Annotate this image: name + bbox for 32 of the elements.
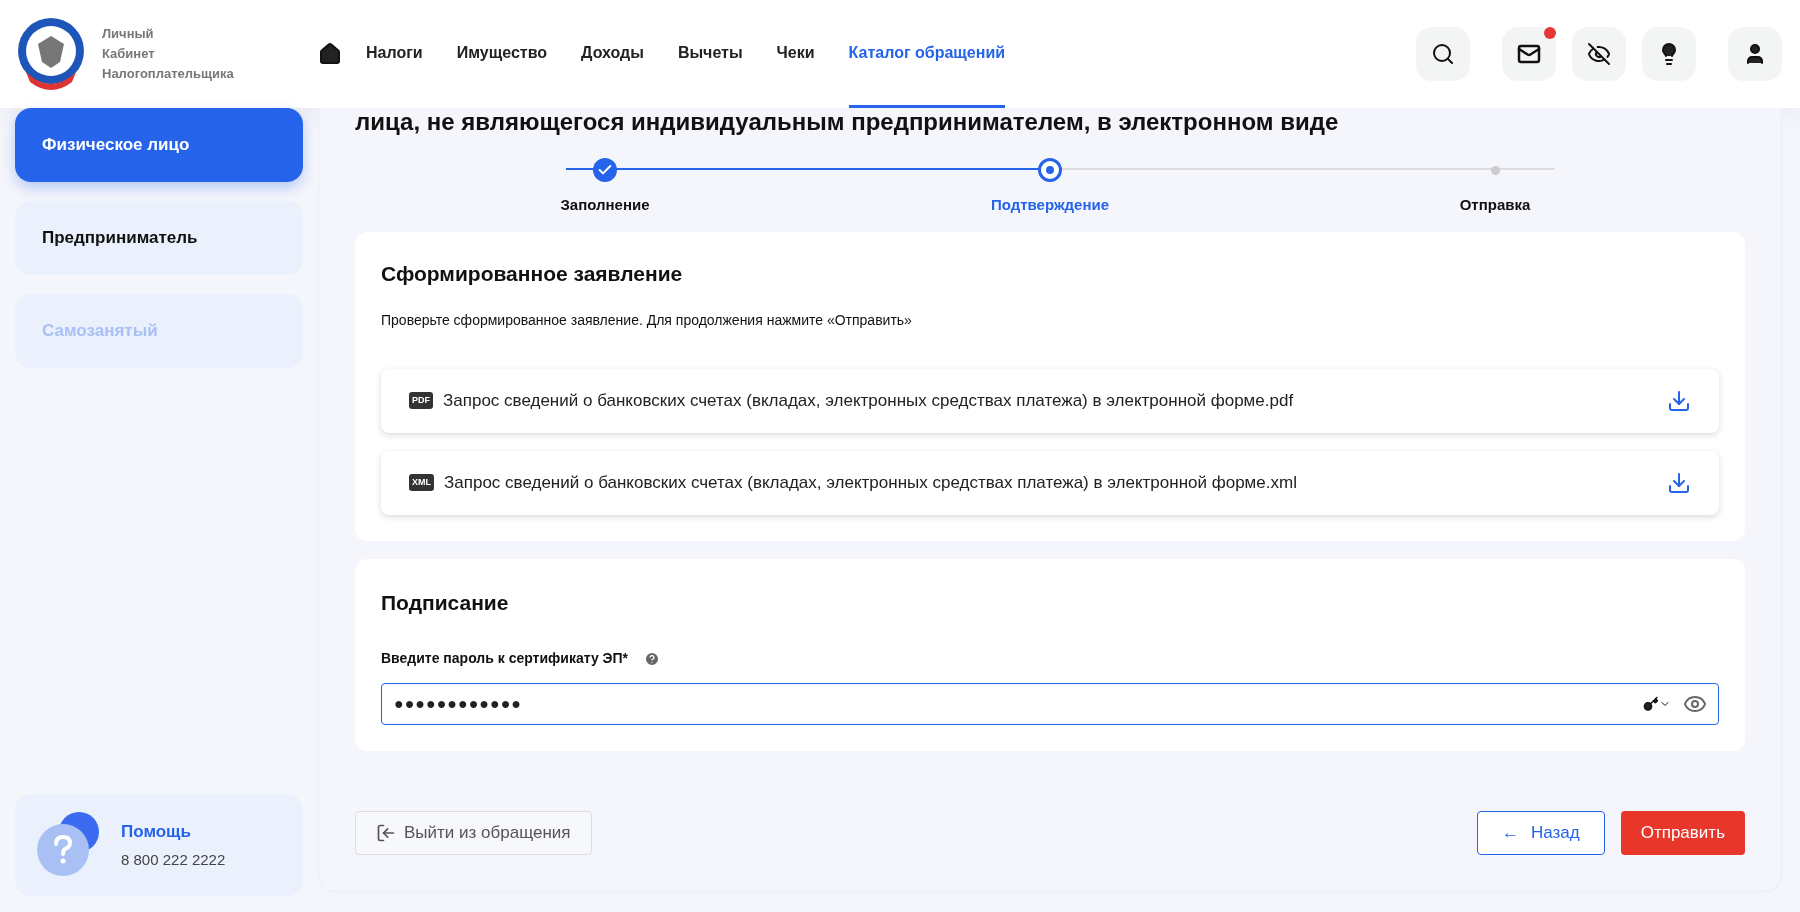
nav-link[interactable]: Имущество bbox=[456, 0, 548, 108]
file-name[interactable]: Запрос сведений о банковских счетах (вкладах, электронных средствах платежа) в электронной форме.pdf bbox=[443, 387, 1294, 414]
exit-button[interactable]: Выйти из обращения bbox=[355, 811, 592, 855]
brand-text: Личный bbox=[102, 25, 155, 43]
step-label: Отправка bbox=[1459, 195, 1531, 215]
arrow-text: ← bbox=[1502, 822, 1519, 845]
help-card[interactable]: Помощь 8 800 222 2222 bbox=[15, 794, 303, 896]
nav-link[interactable]: Доходы bbox=[581, 0, 644, 108]
file-row[interactable]: PDF Запрос сведений о банковских счетах (вкладах, электронных средствах платежа) в электронной форме.pdf bbox=[381, 368, 1719, 433]
file-row[interactable]: XML Запрос сведений о банковских счетах (вкладах, электронных средствах платежа) в электронной форме.xml bbox=[381, 450, 1719, 515]
submit-button[interactable]: Отправить bbox=[1620, 811, 1745, 855]
back-button[interactable]: ← Назад bbox=[1477, 811, 1605, 855]
nav-link[interactable]: Налоги bbox=[366, 0, 423, 108]
brand-text: Налогоплательщика bbox=[102, 65, 234, 83]
field-label: Введите пароль к сертификату ЭП* bbox=[381, 649, 629, 668]
help-phone: 8 800 222 2222 bbox=[121, 849, 226, 870]
file-type-icon: XML bbox=[409, 473, 434, 492]
step-label: Подтверждение bbox=[990, 195, 1110, 215]
password-field[interactable]: ●●●●●●●●●●●● bbox=[381, 683, 1719, 725]
card-title: Подписание bbox=[381, 589, 510, 616]
nav-link[interactable]: Вычеты bbox=[677, 0, 743, 108]
step-label: Заполнение bbox=[560, 195, 650, 215]
nav-link[interactable]: Чеки bbox=[776, 0, 815, 108]
file-name[interactable]: Запрос сведений о банковских счетах (вкладах, электронных средствах платежа) в электронной форме.xml bbox=[444, 469, 1297, 496]
brand-text: Кабинет bbox=[102, 45, 156, 63]
sidebar-item[interactable]: Предприниматель bbox=[15, 201, 303, 275]
card-title: Сформированное заявление bbox=[381, 261, 684, 287]
page-title: лица, не являющегося индивидуальным предпринимателем, в электронном виде bbox=[355, 108, 1340, 136]
file-type-icon: PDF bbox=[409, 391, 433, 410]
card-hint: Проверьте сформированное заявление. Для продолжения нажмите «Отправить» bbox=[381, 310, 913, 330]
help-title[interactable]: Помощь bbox=[121, 819, 226, 845]
sidebar-item[interactable]: Физическое лицо bbox=[15, 108, 303, 182]
